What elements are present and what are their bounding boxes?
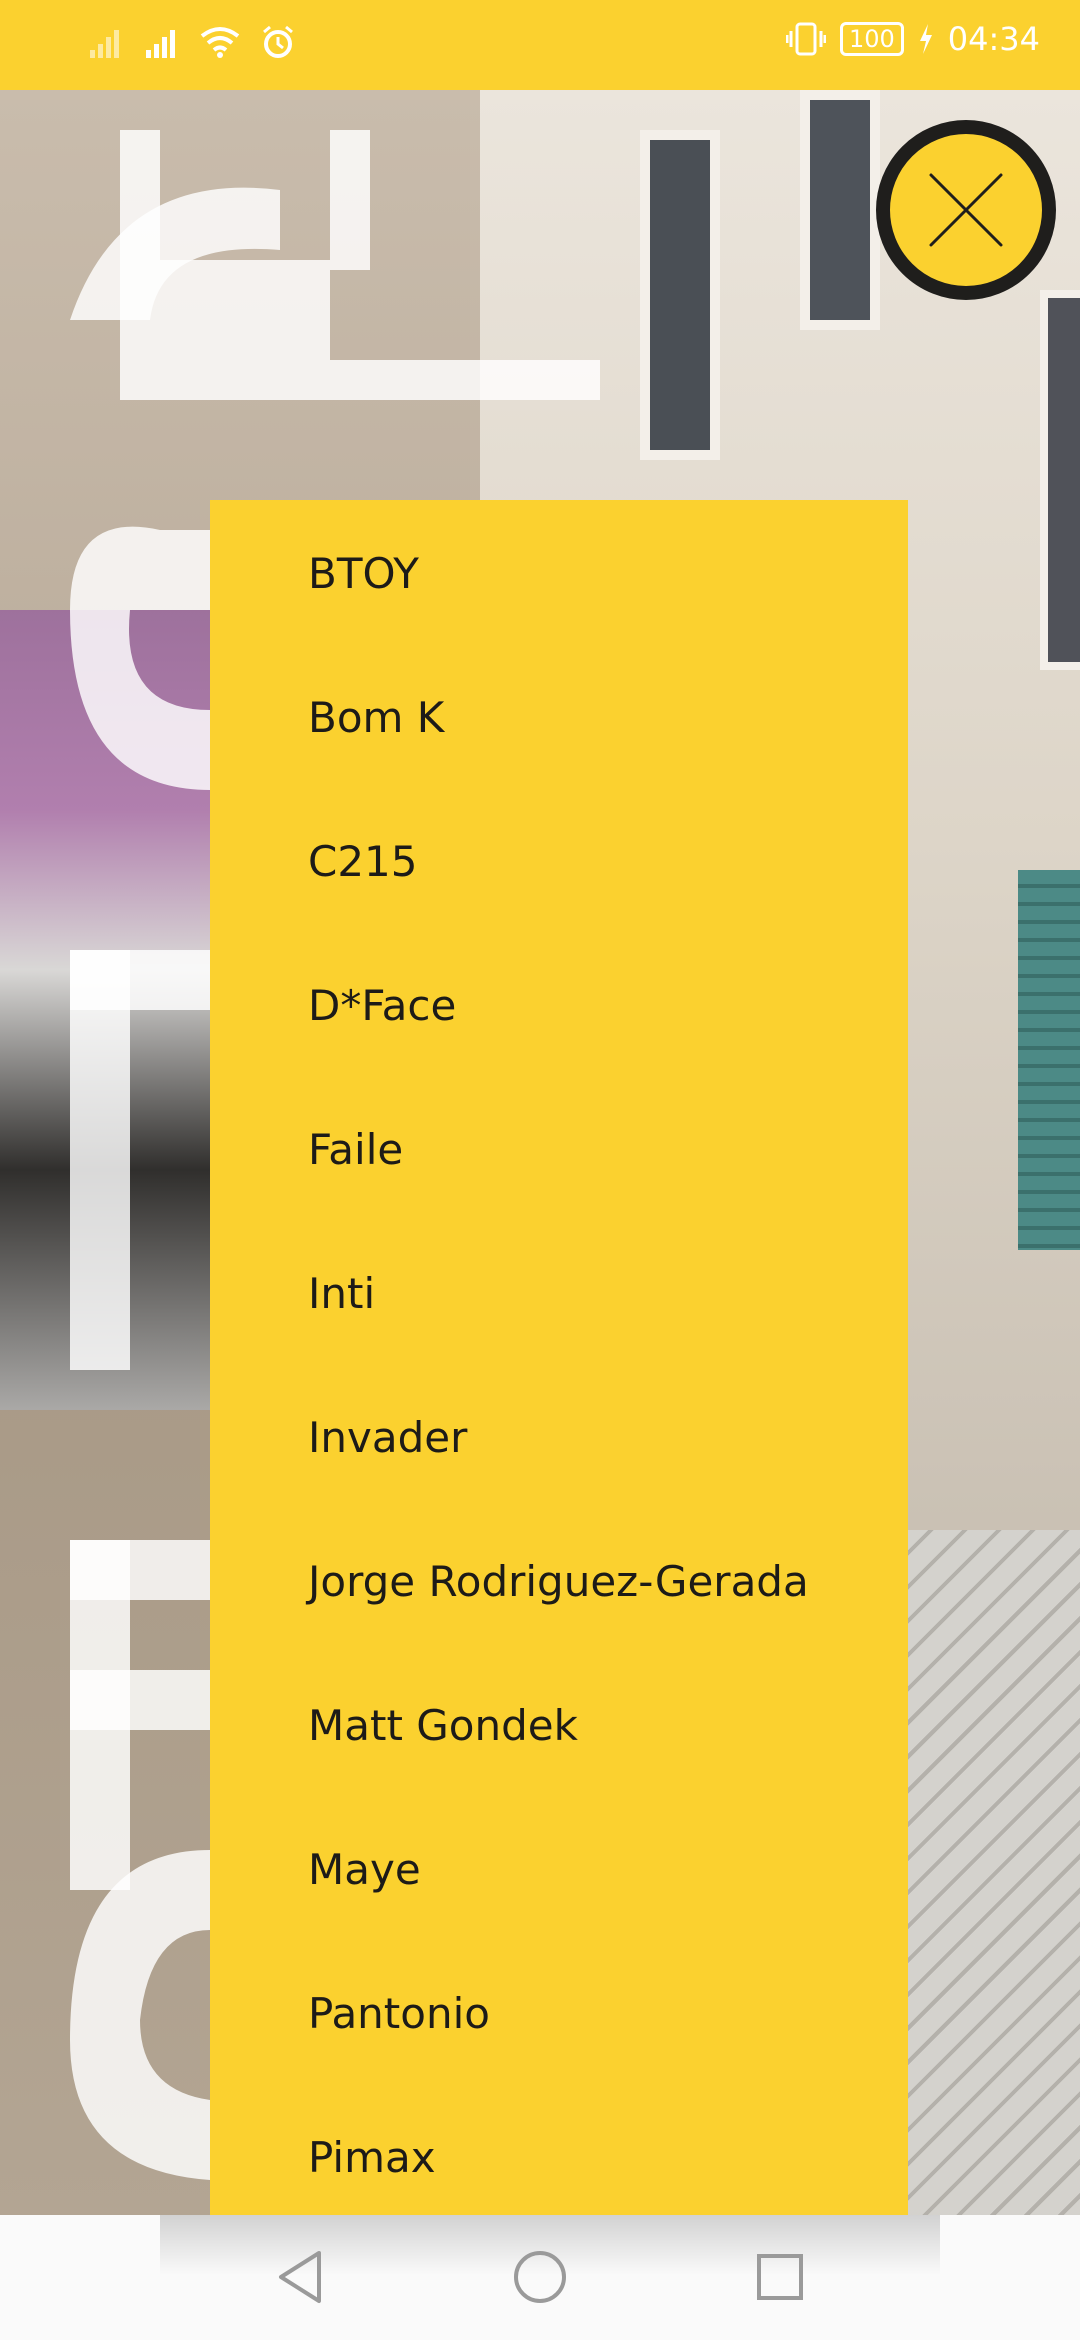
decorative-letter-shape [70,526,210,790]
decorative-letter-shape [70,1540,130,1890]
wifi-icon [200,27,240,58]
menu-item-btoy[interactable]: BTOY [308,544,419,604]
cobblestone-street [900,1530,1080,2215]
menu-item-invader[interactable]: Invader [308,1408,467,1468]
back-button[interactable] [268,2245,332,2309]
decorative-letter-shape [70,1850,210,2180]
menu-item-c215[interactable]: C215 [308,832,418,892]
status-bar: 100 04:34 [0,0,1080,90]
recents-button[interactable] [748,2245,812,2309]
menu-item-pimax[interactable]: Pimax [308,2128,436,2188]
decorative-letter-shape [70,950,130,1370]
menu-item-matt-gondek[interactable]: Matt Gondek [308,1696,578,1756]
artist-menu: BTOY Bom K C215 D*Face Faile Inti Invade… [210,500,908,2215]
close-icon [929,173,1003,247]
menu-item-bom-k[interactable]: Bom K [308,688,444,748]
home-icon [514,2251,566,2303]
signal-icon [146,30,175,58]
menu-item-pantonio[interactable]: Pantonio [308,1984,490,2044]
menu-item-inti[interactable]: Inti [308,1264,375,1324]
window-shutter [1018,870,1080,1250]
close-button[interactable] [876,120,1056,300]
status-right-icons: 100 04:34 [785,20,1040,58]
back-icon [279,2251,321,2303]
menu-item-jorge-rodriguez-gerada[interactable]: Jorge Rodriguez-Gerada [308,1552,809,1612]
charging-icon [919,24,932,54]
home-button[interactable] [508,2245,572,2309]
decorative-letter-shape [120,130,600,400]
navigation-bar [0,2215,1080,2340]
battery-level: 100 [839,22,904,56]
vibrate-icon [785,22,826,56]
window [1040,290,1080,670]
signal-icon [90,30,119,58]
clock: 04:34 [947,20,1040,58]
menu-item-faile[interactable]: Faile [308,1120,403,1180]
screen: 100 04:34 BTOY Bom K C215 D*Face Faile I… [0,0,1080,2340]
recents-icon [757,2254,803,2300]
status-left-icons [88,24,296,60]
menu-item-maye[interactable]: Maye [308,1840,421,1900]
alarm-icon [263,25,293,58]
window [800,90,880,330]
menu-item-d-face[interactable]: D*Face [308,976,456,1036]
